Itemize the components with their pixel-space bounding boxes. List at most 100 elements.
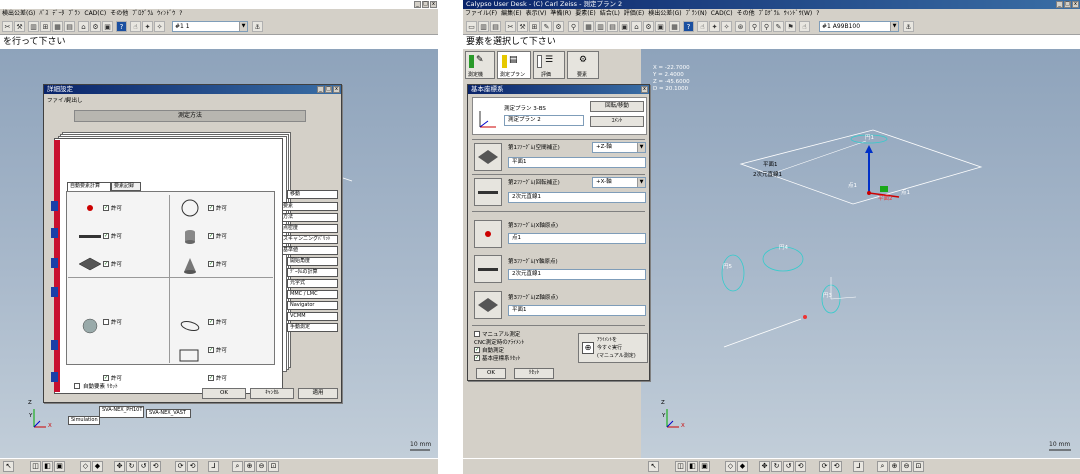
menu-item[interactable]: ﾌﾟﾛｸﾞﾗﾑ [132, 9, 153, 19]
datum1-element-field[interactable]: 平面1 [508, 157, 646, 168]
tool-icon[interactable]: ⌂ [78, 21, 89, 32]
maximize-button[interactable]: □ [325, 86, 332, 93]
checkbox[interactable]: ✓ [208, 205, 214, 211]
minimize-button[interactable]: _ [414, 1, 421, 8]
probe-icon[interactable]: ☝ [130, 21, 141, 32]
ok-button[interactable]: OK [476, 368, 506, 379]
tool-icon[interactable]: ⚙ [90, 21, 101, 32]
rotate-move-button[interactable]: 回転/移動 [590, 101, 644, 112]
menu-item[interactable]: ﾊﾟｽ [39, 9, 48, 19]
menu-item[interactable]: ? [179, 9, 182, 19]
minimize-button[interactable]: _ [317, 86, 324, 93]
tool-icon[interactable]: ▥ [595, 21, 606, 32]
plane-icon-box[interactable] [474, 291, 502, 319]
probe-select[interactable]: #1 A99B100 ▼ [819, 21, 899, 32]
menu-item[interactable]: CAD(C) [84, 9, 106, 19]
point-icon-box[interactable] [474, 220, 502, 248]
zoom-box-icon[interactable]: ⊡ [913, 461, 924, 472]
menu-other[interactable]: その他 [737, 9, 755, 19]
base-reset-checkbox[interactable]: ✓ [474, 355, 480, 361]
menu-evaluate[interactable]: 評価(E) [624, 9, 644, 19]
tab-auto-calc[interactable]: 自動要素計算 [67, 182, 111, 191]
select-icon[interactable]: ↖ [3, 461, 14, 472]
tab-element-record[interactable]: 要素記録 [111, 182, 141, 191]
menu-edit[interactable]: 編集(E) [501, 9, 521, 19]
cancel-button[interactable]: ｷｬﾝｾﾙ [250, 388, 294, 399]
dialog-menu-heading[interactable]: 見出し [66, 96, 83, 104]
cad-viewport[interactable]: Z Y X 10 mm 詳細設定 _ □ x ファイル 見出し 測定方法 移動 [0, 49, 438, 458]
cube-icon[interactable]: ▣ [54, 461, 65, 472]
tool-icon[interactable]: ⚙ [643, 21, 654, 32]
open-icon[interactable]: ▥ [478, 21, 489, 32]
tool-icon[interactable]: ⚙ [553, 21, 564, 32]
tool-icon[interactable]: ⊞ [40, 21, 51, 32]
pan-icon[interactable]: ✥ [114, 461, 125, 472]
tool-icon[interactable]: ✎ [541, 21, 552, 32]
zoom-box-icon[interactable]: ⊡ [268, 461, 279, 472]
menu-program[interactable]: ﾌﾟﾛｸﾞﾗﾑ [759, 9, 780, 19]
view-icon[interactable]: ◧ [42, 461, 53, 472]
tool-icon[interactable]: ⚒ [14, 21, 25, 32]
wand-icon[interactable]: ✧ [154, 21, 165, 32]
help-icon[interactable]: ? [683, 21, 694, 32]
tab-machine[interactable]: ✎ 測定機 [465, 51, 495, 79]
rotate-icon[interactable]: ⟲ [150, 461, 161, 472]
checkbox[interactable]: ✓ [103, 205, 109, 211]
turn-icon[interactable]: ⟲ [187, 461, 198, 472]
axis-icon[interactable]: ⅃ [853, 461, 864, 472]
tab-sva-vast[interactable]: SVA-NEX_VAST [146, 409, 191, 418]
tool-icon[interactable]: ▤ [607, 21, 618, 32]
checkbox[interactable] [103, 319, 109, 325]
view-icon[interactable]: ◧ [687, 461, 698, 472]
zoom-fit-icon[interactable]: ⌕ [877, 461, 888, 472]
maximize-button[interactable]: □ [422, 1, 429, 8]
zoom-in-icon[interactable]: ⊕ [889, 461, 900, 472]
menu-item[interactable]: 検出公差(G) [2, 9, 35, 19]
wand-icon[interactable]: ✦ [709, 21, 720, 32]
close-button[interactable]: x [333, 86, 340, 93]
ok-button[interactable]: OK [202, 388, 246, 399]
tab-simulation[interactable]: Simulation [68, 416, 100, 425]
tool-icon[interactable]: ▥ [28, 21, 39, 32]
datum3x-element-field[interactable]: 点1 [508, 233, 646, 244]
menu-window[interactable]: ｳｨﾝﾄﾞｳ(W) [784, 9, 813, 19]
stylus-icon[interactable]: ⚲ [749, 21, 760, 32]
tool-icon[interactable]: ⊞ [529, 21, 540, 32]
menu-view[interactable]: 表示(V) [526, 9, 547, 19]
menu-item[interactable]: ﾌﾟﾗﾝ [68, 9, 80, 19]
tool-icon[interactable]: ▦ [669, 21, 680, 32]
cube-icon[interactable]: ▣ [699, 461, 710, 472]
zoom-out-icon[interactable]: ⊖ [256, 461, 267, 472]
datum3y-element-field[interactable]: 2次元直線1 [508, 269, 646, 280]
menu-item[interactable]: その他 [110, 9, 128, 19]
checkbox[interactable]: ✓ [208, 347, 214, 353]
tool-icon[interactable]: ▦ [52, 21, 63, 32]
rotate-icon[interactable]: ↺ [783, 461, 794, 472]
anchor-icon[interactable]: ⚓ [903, 21, 914, 32]
maximize-button[interactable]: □ [1064, 1, 1071, 8]
plane-icon-box[interactable] [474, 143, 502, 171]
checkbox[interactable]: ✓ [103, 375, 109, 381]
menu-item[interactable]: ｳｨﾝﾄﾞｳ [157, 9, 175, 19]
tool-icon[interactable]: ▤ [64, 21, 75, 32]
datum1-axis-select[interactable]: +Z-軸 ▼ [592, 142, 646, 153]
menu-tolerance[interactable]: 検出公差(G) [648, 9, 681, 19]
save-icon[interactable]: ▤ [490, 21, 501, 32]
datum2-axis-select[interactable]: +X-軸 ▼ [592, 177, 646, 188]
stylus-icon[interactable]: ⚑ [785, 21, 796, 32]
plan-name-field[interactable]: 測定プラン 2 [504, 115, 584, 126]
tool-icon[interactable]: ▣ [619, 21, 630, 32]
probe-select[interactable]: #1 1 ▼ [172, 21, 248, 32]
cube-icon[interactable]: ◆ [737, 461, 748, 472]
datum3z-element-field[interactable]: 平面1 [508, 305, 646, 316]
tool-icon[interactable]: ▣ [655, 21, 666, 32]
view-icon[interactable]: ◫ [675, 461, 686, 472]
minimize-button[interactable]: _ [1056, 1, 1063, 8]
align-now-button[interactable]: ⊕ ｱﾗｲﾒﾝﾄを 今すぐ実行 (マニュアル測定) [578, 333, 648, 363]
help-icon[interactable]: ? [116, 21, 127, 32]
turn-icon[interactable]: ⟳ [819, 461, 830, 472]
auto-reset-checkbox[interactable] [74, 383, 80, 389]
tool-icon[interactable]: ▦ [583, 21, 594, 32]
close-button[interactable]: x [641, 86, 648, 93]
menu-plan[interactable]: ﾌﾟﾗﾝ(N) [686, 9, 707, 19]
